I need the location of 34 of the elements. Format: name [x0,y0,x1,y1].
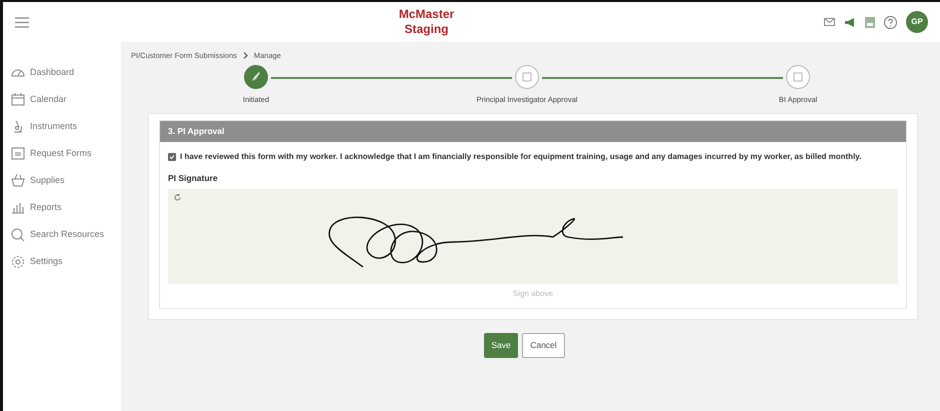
calendar-icon [11,93,25,107]
mail-icon[interactable] [824,18,835,26]
megaphone-icon[interactable] [844,18,856,26]
document-icon[interactable] [865,16,875,28]
save-button[interactable]: Save [484,333,518,358]
sidebar-item[interactable]: Dashboard [11,64,121,82]
cancel-button[interactable]: Cancel [522,333,565,358]
step-circle[interactable] [786,65,810,90]
section-header: 3. PI Approval [160,121,906,142]
basket-icon [11,174,25,188]
sidebar-item[interactable]: Search Resources [11,226,121,244]
search-icon [11,228,25,242]
sidebar-item[interactable]: Settings [11,253,121,271]
sidebar-item[interactable]: Supplies [11,172,121,190]
microscope-icon [11,120,25,134]
step-circle[interactable] [244,65,268,90]
agreement-checkbox[interactable] [168,152,176,161]
menu-icon[interactable] [15,16,29,28]
step-circle[interactable] [515,65,539,90]
form-icon [11,147,25,161]
app-title: McMaster Staging [398,7,454,37]
chevron-right-icon [242,52,248,59]
chart-icon [11,201,25,215]
sidebar-item[interactable]: Calendar [11,91,121,109]
help-icon[interactable] [884,16,897,28]
user-avatar[interactable]: GP [906,11,928,33]
sidebar-item[interactable]: Instruments [11,118,121,136]
sidebar-item[interactable]: Request Forms [11,145,121,163]
settings-icon [11,255,25,269]
signature-hint: Sign above [512,288,554,300]
sidebar-item[interactable]: Reports [11,199,121,217]
refresh-icon[interactable] [174,194,181,200]
signature-label: PI Signature [167,172,219,185]
agreement-text: I have reviewed this form with my worker. I acknowledge that I am financially responsible for equipment training, usage and any damages incurred by my worker, as billed monthly. [180,150,862,163]
